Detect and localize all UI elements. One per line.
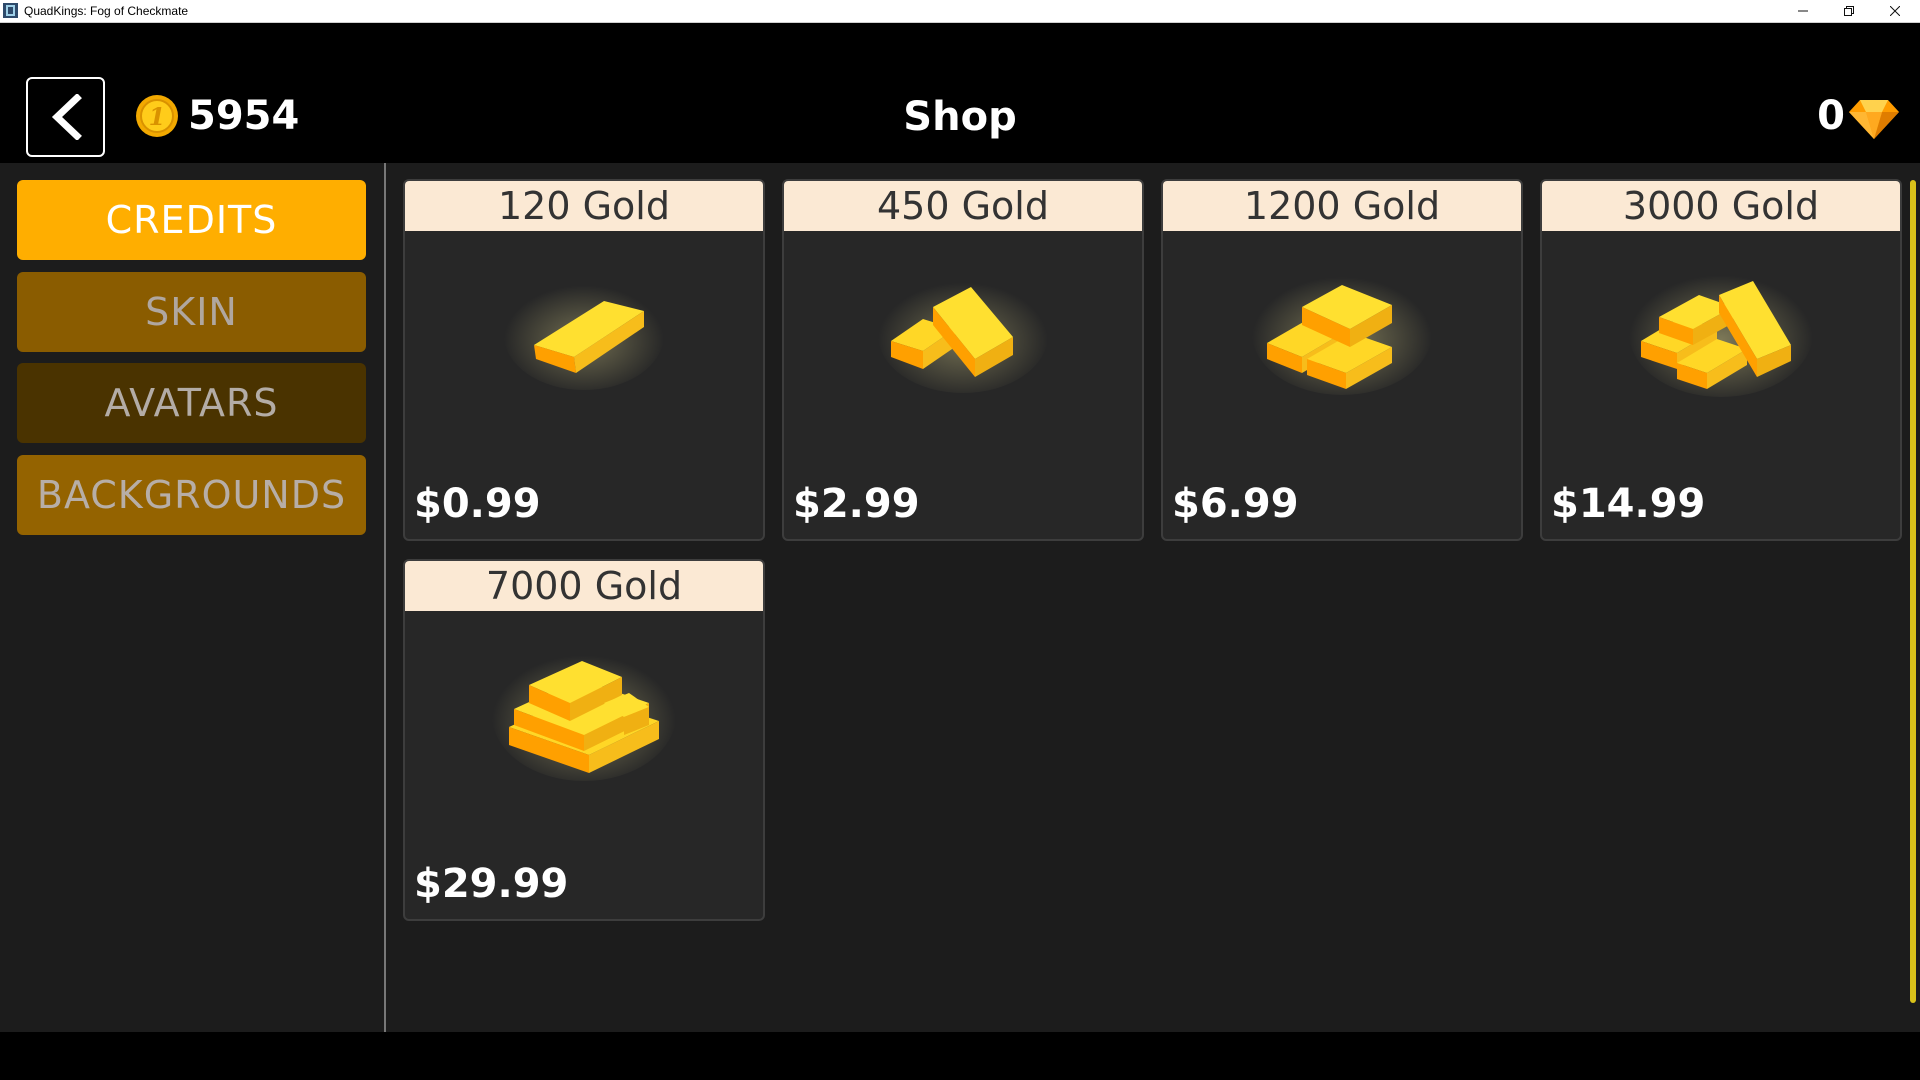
page-title: Shop: [903, 94, 1017, 140]
product-card-120-gold[interactable]: 120 Gold $0.99: [403, 179, 765, 541]
restore-icon: [1844, 6, 1854, 16]
gold-bars-stack-icon: [1252, 271, 1432, 395]
chess-app-icon: [3, 3, 18, 18]
product-title: 120 Gold: [405, 181, 763, 231]
product-list-scrollbar[interactable]: [1910, 180, 1916, 1003]
product-card-450-gold[interactable]: 450 Gold $2.99: [782, 179, 1144, 541]
category-avatars[interactable]: AVATARS: [17, 363, 366, 443]
category-skin[interactable]: SKIN: [17, 272, 366, 352]
product-price: $29.99: [414, 861, 569, 907]
product-card-7000-gold[interactable]: 7000 Gold $29.99: [403, 559, 765, 921]
gem-balance: 0: [1817, 93, 1845, 139]
coin-balance: 5954: [188, 93, 300, 139]
chevron-left-icon: [51, 94, 82, 140]
gold-bar-icon: [504, 280, 664, 390]
window-titlebar: QuadKings: Fog of Checkmate: [0, 0, 1920, 23]
shop-content: CREDITS SKIN AVATARS BACKGROUNDS 120 Gol…: [0, 163, 1920, 1032]
diamond-icon: [1849, 100, 1899, 139]
product-card-1200-gold[interactable]: 1200 Gold $6.99: [1161, 179, 1523, 541]
sidebar-divider: [384, 163, 386, 1032]
product-price: $0.99: [414, 481, 541, 527]
category-credits[interactable]: CREDITS: [17, 180, 366, 260]
close-icon: [1890, 6, 1900, 16]
minimize-icon: [1798, 10, 1808, 12]
product-price: $14.99: [1551, 481, 1706, 527]
product-card-3000-gold[interactable]: 3000 Gold $14.99: [1540, 179, 1902, 541]
restore-button[interactable]: [1826, 0, 1872, 22]
product-price: $2.99: [793, 481, 920, 527]
product-title: 3000 Gold: [1542, 181, 1900, 231]
gold-bars-pile-icon: [1629, 269, 1813, 397]
svg-text:1: 1: [149, 102, 166, 131]
product-title: 1200 Gold: [1163, 181, 1521, 231]
gold-bars-icon: [878, 277, 1048, 393]
back-button[interactable]: [26, 77, 105, 157]
category-backgrounds[interactable]: BACKGROUNDS: [17, 455, 366, 535]
gold-bars-big-stack-icon: [492, 649, 676, 781]
product-price: $6.99: [1172, 481, 1299, 527]
close-button[interactable]: [1872, 0, 1918, 22]
gold-coin-icon: 1: [136, 95, 178, 137]
product-title: 450 Gold: [784, 181, 1142, 231]
window-title: QuadKings: Fog of Checkmate: [24, 4, 189, 18]
product-title: 7000 Gold: [405, 561, 763, 611]
minimize-button[interactable]: [1780, 0, 1826, 22]
